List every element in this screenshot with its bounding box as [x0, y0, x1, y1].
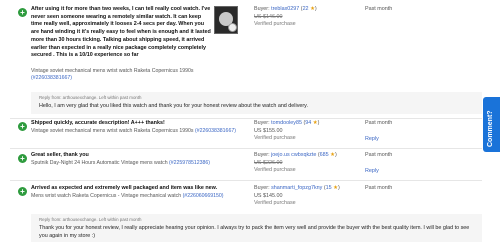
positive-rating-icon: +: [18, 187, 27, 196]
item-price: US $146.00: [254, 13, 283, 20]
item-title: Sputnik Day-Night 24 Hours Automatic Vin…: [31, 160, 168, 166]
buyer-score[interactable]: 15: [326, 185, 332, 191]
item-description: Sputnik Day-Night 24 Hours Automatic Vin…: [31, 160, 251, 167]
feedback-comment: Arrived as expected and extremely well p…: [31, 185, 218, 191]
comment-tab-label: Comment?: [487, 110, 494, 147]
item-description: Vintage soviet mechanical mens wrist wat…: [31, 68, 221, 82]
buyer-score[interactable]: 22: [303, 6, 309, 12]
star-icon: ★: [312, 120, 318, 126]
buyer-label: Buyer:: [254, 152, 270, 158]
reply-link[interactable]: Reply: [365, 168, 392, 176]
item-number-link[interactable]: (#226060669150): [183, 193, 224, 199]
reply-text: Thank you for your honest review, I real…: [39, 225, 470, 239]
item-title: Mens wrist watch Raketa Copernicus - Vin…: [31, 193, 182, 199]
feedback-time-block: Past month Reply: [365, 152, 392, 175]
buyer-info: Buyer: treblax0297 (22 ★) US $146.00 Ver…: [254, 6, 317, 28]
positive-rating-icon: +: [18, 8, 27, 17]
divider: [10, 148, 482, 149]
reply-meta: Reply from: arthousexchange. Left within…: [39, 217, 142, 222]
buyer-label: Buyer:: [254, 6, 270, 12]
feedback-time: Past month: [365, 120, 393, 126]
item-thumbnail[interactable]: [214, 6, 238, 34]
item-number-link[interactable]: (#226038381667): [31, 75, 72, 81]
positive-rating-icon: +: [18, 122, 27, 131]
verified-purchase: Verified purchase: [254, 135, 296, 142]
verified-purchase: Verified purchase: [254, 21, 296, 28]
divider: [10, 180, 482, 181]
feedback-comment: After using it for more than two weeks, …: [31, 6, 211, 59]
divider: [10, 118, 482, 119]
buyer-info: Buyer: shanmarti_fopzg7kny (15 ★) US $14…: [254, 185, 340, 207]
buyer-info: Buyer: tomdooley85 (94 ★) US $155.00 Ver…: [254, 120, 320, 142]
buyer-score[interactable]: 685: [320, 152, 329, 158]
buyer-name-link[interactable]: treblax0297: [271, 6, 299, 12]
item-number-link[interactable]: (#226038381667): [195, 128, 236, 134]
buyer-label: Buyer:: [254, 120, 270, 126]
feedback-comment: Shipped quickly, accurate description! A…: [31, 120, 165, 126]
star-icon: ★: [333, 185, 338, 191]
positive-rating-icon: +: [18, 154, 27, 163]
buyer-info: Buyer: joejo.us cwbxqkzte (685 ★) US $22…: [254, 152, 337, 174]
feedback-time-block: Past month Reply: [365, 120, 392, 143]
verified-purchase: Verified purchase: [254, 200, 296, 207]
magnify-icon[interactable]: [228, 23, 237, 32]
feedback-comment: Great seller, thank you: [31, 152, 89, 158]
star-icon: ★: [310, 6, 315, 12]
star-icon: ★: [330, 152, 335, 158]
item-description: Vintage soviet mechanical mens wrist wat…: [31, 128, 251, 135]
feedback-time: Past month: [365, 6, 393, 12]
feedback-time: Past month: [365, 185, 393, 191]
reply-meta: Reply from: arthousexchange. Left within…: [39, 95, 142, 100]
item-title: Vintage soviet mechanical mens wrist wat…: [31, 128, 194, 134]
buyer-name-link[interactable]: joejo.us cwbxqkzte: [271, 152, 316, 158]
reply-text: Hello, I am very glad that you liked thi…: [39, 103, 308, 109]
comment-side-tab[interactable]: Comment?: [483, 97, 500, 152]
buyer-name-link[interactable]: shanmarti_fopzg7kny: [271, 185, 322, 191]
feedback-time: Past month: [365, 152, 393, 158]
item-price: US $226.00: [254, 159, 283, 166]
reply-link[interactable]: Reply: [365, 136, 392, 144]
seller-reply: Reply from: arthousexchange. Left within…: [31, 92, 482, 114]
item-price: US $145.00: [254, 192, 283, 199]
buyer-label: Buyer:: [254, 185, 270, 191]
item-title: Vintage soviet mechanical mens wrist wat…: [31, 68, 194, 74]
seller-reply: Reply from: arthousexchange. Left within…: [31, 214, 482, 242]
item-number-link[interactable]: (#225978512386): [169, 160, 210, 166]
buyer-name-link[interactable]: tomdooley85: [271, 120, 302, 126]
verified-purchase: Verified purchase: [254, 167, 296, 174]
item-price: US $155.00: [254, 127, 283, 134]
item-description: Mens wrist watch Raketa Copernicus - Vin…: [31, 193, 251, 200]
buyer-score[interactable]: 94: [305, 120, 311, 126]
